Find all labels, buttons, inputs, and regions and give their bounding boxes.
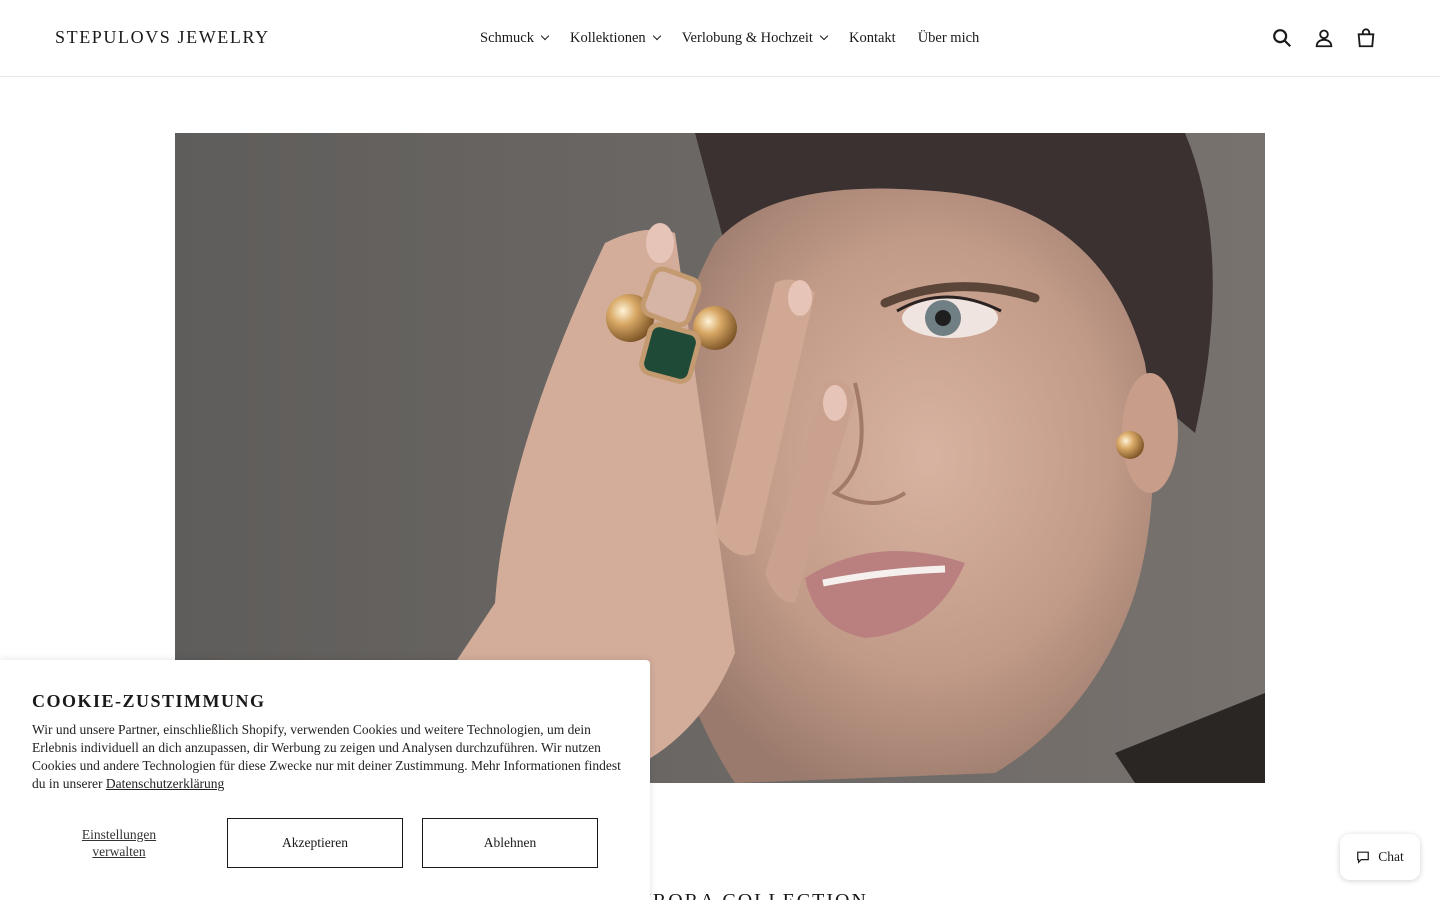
store-logo[interactable]: STEPULOVS JEWELRY — [55, 27, 270, 48]
nav-item-kontakt[interactable]: Kontakt — [838, 28, 907, 48]
nav-item-schmuck[interactable]: Schmuck — [469, 28, 559, 48]
accept-button[interactable]: Akzeptieren — [227, 818, 403, 868]
chevron-down-icon — [819, 31, 829, 41]
decline-button[interactable]: Ablehnen — [422, 818, 598, 868]
nav-item-label: Kollektionen — [569, 29, 646, 46]
nav-item-kollektionen[interactable]: Kollektionen — [559, 28, 671, 48]
chat-bubble-icon — [1357, 851, 1370, 864]
cookie-title: COOKIE-ZUSTIMMUNG — [32, 691, 266, 711]
manage-settings-link[interactable]: Einstellungen verwalten — [60, 826, 178, 860]
chat-button[interactable]: Chat — [1340, 834, 1420, 880]
collection-title: AURORA COLLECTION — [620, 890, 866, 900]
cart-button[interactable] — [1354, 26, 1378, 50]
account-button[interactable] — [1312, 26, 1336, 50]
nav-item-ueber-mich[interactable]: Über mich — [907, 28, 991, 48]
cookie-banner: COOKIE-ZUSTIMMUNG Wir und unsere Partner… — [0, 660, 650, 900]
site-header: STEPULOVS JEWELRY Schmuck Kollektionen V… — [0, 0, 1440, 77]
nav-item-label: Verlobung & Hochzeit — [681, 29, 813, 46]
chat-label: Chat — [1378, 849, 1404, 864]
cookie-text: Wir und unsere Partner, einschließlich S… — [32, 721, 622, 793]
nav-item-label: Schmuck — [480, 29, 534, 46]
header-icons — [1270, 26, 1378, 50]
search-icon — [1273, 29, 1292, 48]
nav-item-label: Kontakt — [848, 29, 896, 46]
account-icon — [1315, 29, 1333, 48]
cart-icon — [1357, 28, 1375, 48]
nav-item-label: Über mich — [917, 29, 980, 46]
search-button[interactable] — [1270, 26, 1294, 50]
chevron-down-icon — [540, 31, 550, 41]
main-navigation: Schmuck Kollektionen Verlobung & Hochzei… — [469, 28, 990, 48]
privacy-policy-link[interactable]: Datenschutzerklärung — [106, 776, 224, 791]
nav-item-verlobung-hochzeit[interactable]: Verlobung & Hochzeit — [671, 28, 838, 48]
chevron-down-icon — [652, 31, 661, 41]
